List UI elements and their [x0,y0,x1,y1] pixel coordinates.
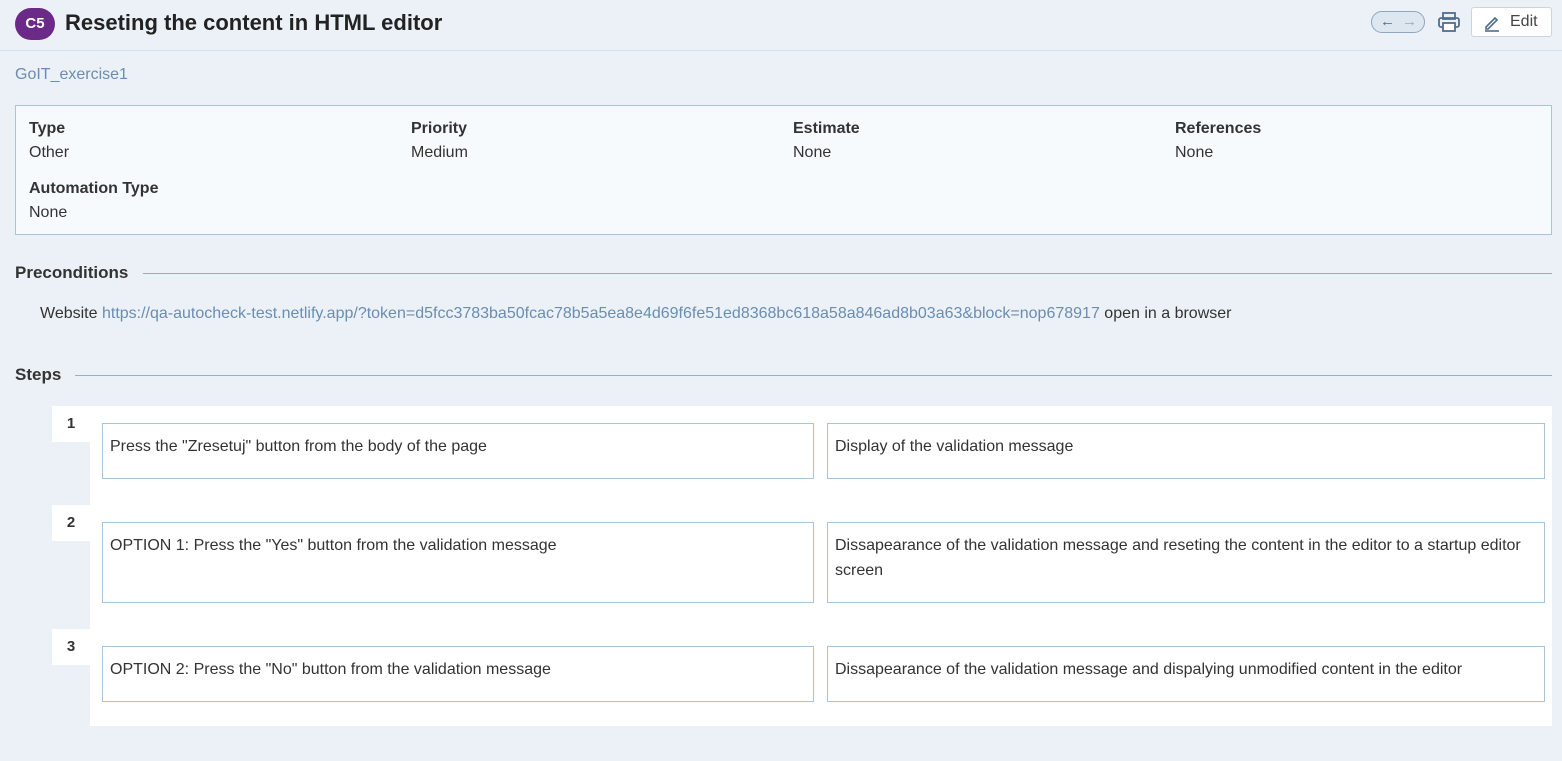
step-expected-result[interactable]: Dissapearance of the validation message … [827,646,1545,702]
step-expected-result[interactable]: Display of the validation message [827,423,1545,479]
step-action[interactable]: Press the "Zresetuj" button from the bod… [102,423,814,479]
property-priority: Priority Medium [411,120,468,162]
preconditions-text: Website https://qa-autocheck-test.netlif… [40,305,1231,323]
step-action[interactable]: OPTION 1: Press the "Yes" button from th… [102,522,814,603]
property-estimate: Estimate None [793,120,860,162]
property-value: Medium [411,144,468,161]
prev-next-nav: ← → [1371,11,1425,33]
page-header: C5 Reseting the content in HTML editor ←… [0,0,1562,51]
step-action[interactable]: OPTION 2: Press the "No" button from the… [102,646,814,702]
divider [75,375,1552,376]
property-key: Type [29,120,66,137]
case-id-badge: C5 [15,8,55,40]
section-link[interactable]: GoIT_exercise1 [15,66,128,84]
property-value: None [29,204,68,221]
property-type: Type Other [29,120,69,162]
property-automation-type: Automation Type None [29,180,158,222]
property-value: None [1175,144,1214,161]
arrow-left-icon[interactable]: ← [1380,12,1395,32]
property-value: None [793,144,832,161]
property-key: Estimate [793,120,860,137]
property-key: Automation Type [29,180,159,197]
step-number: 1 [52,406,90,442]
property-key: References [1175,120,1262,137]
arrow-right-icon[interactable]: → [1402,12,1417,32]
print-icon[interactable] [1437,11,1461,33]
property-key: Priority [411,120,468,137]
precondition-suffix: open in a browser [1104,305,1232,322]
precondition-prefix: Website [40,305,98,322]
properties-panel: Type Other Priority Medium Estimate None… [15,105,1552,235]
step-number: 2 [52,505,90,541]
property-value: Other [29,144,70,161]
edit-label: Edit [1510,13,1538,30]
property-references: References None [1175,120,1261,162]
preconditions-heading: Preconditions [15,263,129,282]
website-link[interactable]: https://qa-autocheck-test.netlify.app/?t… [102,305,1100,322]
step-expected-result[interactable]: Dissapearance of the validation message … [827,522,1545,603]
divider [143,273,1552,274]
pencil-icon [1485,16,1499,32]
steps-heading: Steps [15,365,62,384]
edit-button[interactable]: Edit [1471,7,1552,37]
page-title: Reseting the content in HTML editor [65,10,443,35]
step-number: 3 [52,629,90,665]
